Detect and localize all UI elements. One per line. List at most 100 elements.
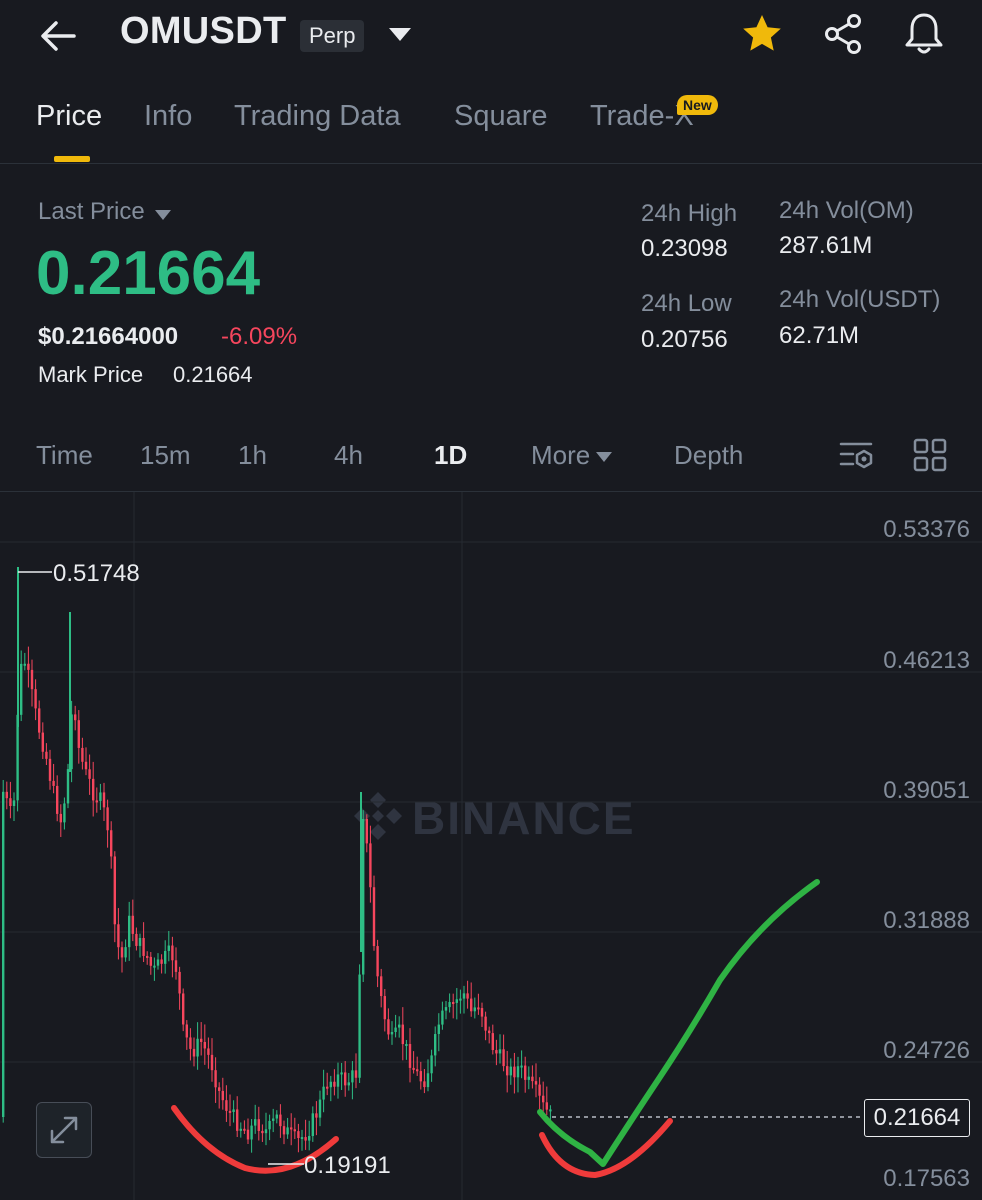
- candle-body: [95, 800, 98, 803]
- candlestick-chart[interactable]: [0, 492, 982, 1200]
- candle-body: [380, 976, 383, 997]
- candle-body: [117, 924, 120, 948]
- candle-body: [56, 785, 59, 814]
- candle-body: [452, 1002, 455, 1005]
- candle-body: [358, 974, 361, 1078]
- candle-body: [318, 1099, 322, 1118]
- candles: [2, 567, 552, 1153]
- candle-body: [149, 956, 152, 966]
- back-button[interactable]: [36, 14, 80, 58]
- current-price-tag: 0.21664: [864, 1099, 970, 1137]
- candle-body: [171, 945, 174, 961]
- candle-body: [225, 1100, 228, 1111]
- y-axis-label: 0.46213: [883, 647, 970, 674]
- candle-body: [135, 933, 138, 946]
- candle-body: [250, 1125, 253, 1140]
- candle-body: [300, 1137, 304, 1140]
- indicator-settings-icon: [839, 442, 873, 469]
- grid-icon: [913, 438, 947, 472]
- candle-body: [286, 1127, 289, 1135]
- candle-body: [232, 1109, 235, 1112]
- candle-body: [264, 1129, 268, 1134]
- candle-body: [23, 663, 26, 666]
- candle-body: [322, 1086, 325, 1100]
- candle-body: [185, 1024, 188, 1038]
- candle-body: [167, 945, 170, 951]
- favorite-button[interactable]: [740, 12, 784, 56]
- candle-body: [189, 1037, 192, 1049]
- interval-1h[interactable]: 1h: [238, 440, 267, 471]
- candle-body: [448, 1002, 451, 1008]
- fullscreen-button[interactable]: [36, 1102, 92, 1158]
- candle-body: [308, 1136, 311, 1141]
- candle-body: [480, 1008, 484, 1017]
- candle-body: [182, 993, 185, 1025]
- alert-button[interactable]: [902, 10, 946, 56]
- candle-body: [344, 1072, 347, 1086]
- interval-time[interactable]: Time: [36, 440, 93, 471]
- expand-icon: [50, 1116, 78, 1144]
- high-value: 0.23098: [641, 235, 728, 262]
- candle-body: [59, 813, 62, 823]
- candle-body: [9, 798, 12, 807]
- indicator-settings-button[interactable]: [838, 436, 878, 476]
- candle-body: [372, 887, 376, 947]
- candle-body: [63, 803, 66, 823]
- symbol-dropdown-button[interactable]: [383, 26, 411, 44]
- candle-body: [146, 955, 149, 958]
- symbol-title[interactable]: OMUSDT: [120, 10, 286, 53]
- contract-type-badge: Perp: [300, 20, 365, 52]
- candle-body: [221, 1090, 224, 1101]
- candle-body: [351, 1070, 354, 1083]
- tab-square[interactable]: Square: [454, 100, 548, 133]
- arrow-left-icon: [41, 21, 76, 51]
- candle-body: [52, 780, 55, 786]
- candle-body: [84, 761, 88, 770]
- candle-body: [282, 1126, 286, 1135]
- candle-body: [336, 1074, 340, 1087]
- candle-body: [412, 1067, 415, 1070]
- interval-more[interactable]: More: [531, 440, 613, 471]
- candle-body: [495, 1050, 498, 1054]
- new-badge: New: [677, 95, 718, 115]
- interval-4h[interactable]: 4h: [334, 440, 363, 471]
- candle-body: [333, 1081, 336, 1087]
- interval-depth[interactable]: Depth: [674, 440, 743, 471]
- candle-body: [426, 1073, 430, 1088]
- interval-more-label: More: [531, 440, 591, 470]
- candle-body: [470, 998, 473, 1012]
- tab-trading-data[interactable]: Trading Data: [234, 100, 401, 133]
- candle-body: [138, 937, 142, 946]
- candle-body: [27, 663, 30, 670]
- star-icon: [743, 15, 781, 51]
- candle-body: [473, 1007, 476, 1012]
- share-button[interactable]: [822, 12, 866, 56]
- vol-usdt-label: 24h Vol(USDT): [779, 286, 941, 313]
- candle-body: [218, 1087, 221, 1091]
- candle-body: [459, 998, 462, 1001]
- tab-info[interactable]: Info: [144, 100, 192, 133]
- last-price-value: 0.21664: [36, 239, 261, 308]
- green-breakout-arrow: [537, 879, 820, 1167]
- low-marker-label: 0.19191: [304, 1152, 391, 1179]
- candle-body: [434, 1034, 437, 1056]
- layout-grid-button[interactable]: [912, 437, 948, 473]
- y-axis-label: 0.53376: [883, 516, 970, 543]
- candle-body: [102, 792, 106, 808]
- candle-body: [545, 1102, 548, 1110]
- candle-body: [207, 1048, 210, 1055]
- candle-body: [261, 1130, 264, 1134]
- candle-body: [88, 769, 91, 779]
- y-axis-label: 0.31888: [883, 907, 970, 934]
- last-price-selector[interactable]: Last Price: [38, 198, 172, 226]
- tab-price[interactable]: Price: [36, 100, 102, 133]
- candle-body: [502, 1049, 505, 1067]
- candle-body: [120, 947, 124, 958]
- interval-15m[interactable]: 15m: [140, 440, 191, 471]
- interval-1d[interactable]: 1D: [434, 440, 467, 471]
- candle-body: [455, 999, 458, 1003]
- candle-body: [20, 663, 23, 715]
- usd-price: $0.21664000: [38, 323, 179, 350]
- y-axis-label: 0.17563: [883, 1165, 970, 1192]
- candle-body: [423, 1081, 426, 1088]
